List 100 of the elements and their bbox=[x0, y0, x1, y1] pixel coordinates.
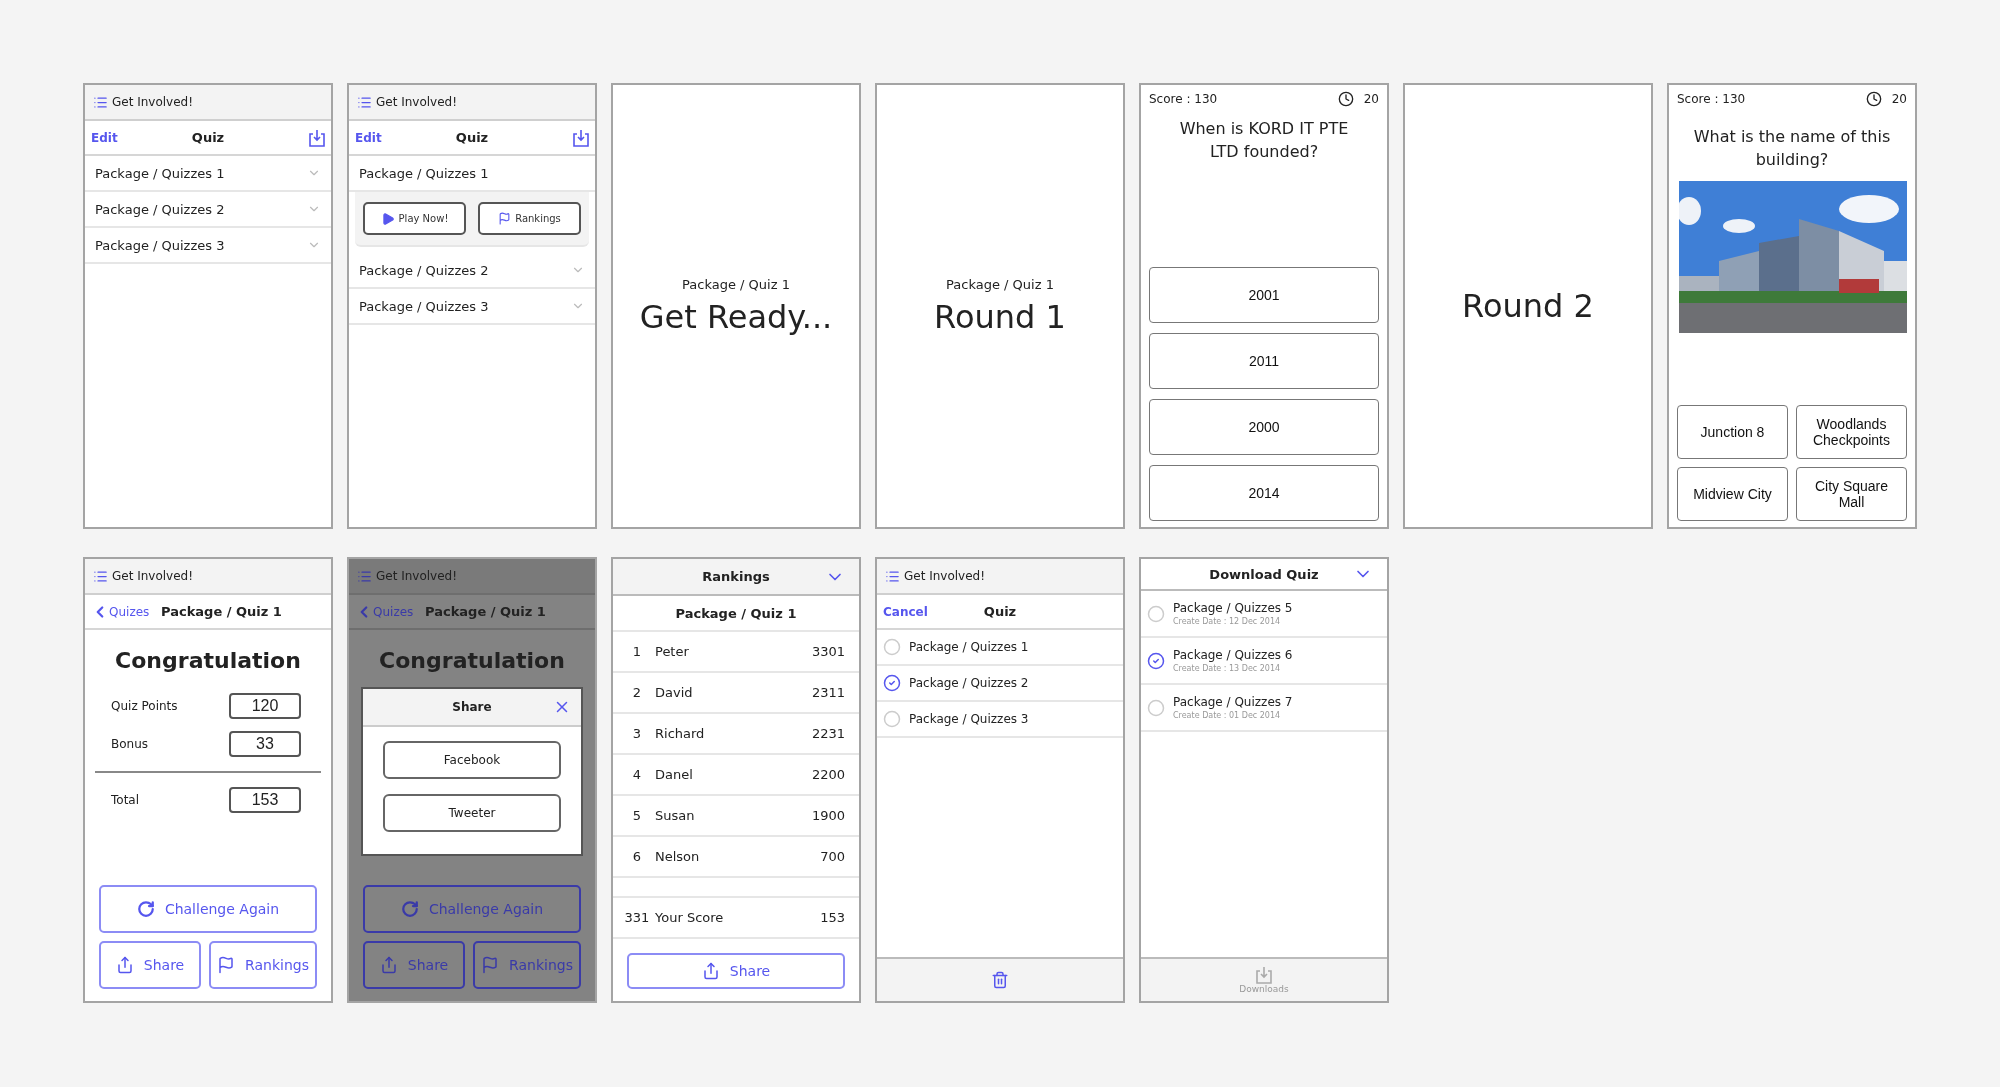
create-date: Create Date : 13 Dec 2014 bbox=[1173, 664, 1282, 673]
nav-title: Quiz bbox=[983, 604, 1017, 619]
edit-link[interactable]: Edit bbox=[355, 130, 382, 145]
rank-number: 331 bbox=[623, 910, 651, 925]
refresh-icon bbox=[136, 900, 155, 918]
rank-number: 2 bbox=[631, 685, 643, 700]
splash-heading: Round 1 bbox=[934, 297, 1066, 336]
player-name: Your Score bbox=[655, 910, 725, 925]
item-label: Package / Quizzes 2 bbox=[909, 676, 1029, 690]
rank-number: 3 bbox=[631, 726, 643, 741]
radio-icon[interactable] bbox=[883, 710, 901, 728]
play-icon bbox=[380, 211, 395, 226]
share-button[interactable]: Share bbox=[99, 941, 202, 989]
splash-heading: Round 2 bbox=[1462, 287, 1594, 325]
refresh-icon bbox=[400, 900, 419, 918]
score-value: 33 bbox=[229, 731, 301, 757]
answer-button[interactable]: 2014 bbox=[1149, 465, 1379, 521]
timer-value: 20 bbox=[1363, 92, 1379, 106]
nav-title: Package / Quiz 1 bbox=[161, 604, 282, 619]
item-label: Package / Quizzes 3 bbox=[909, 712, 1029, 726]
player-score: 3301 bbox=[810, 644, 845, 659]
app-title: Get Involved! bbox=[904, 569, 986, 583]
radio-icon[interactable] bbox=[883, 638, 901, 656]
cancel-link[interactable]: Cancel bbox=[883, 604, 928, 619]
answer-button[interactable]: 2011 bbox=[1149, 333, 1379, 389]
quiz-title-row: Package / Quiz 1 bbox=[613, 596, 859, 632]
list-item[interactable]: Package / Quizzes 2 bbox=[349, 253, 595, 289]
share-icon bbox=[701, 962, 720, 980]
player-score: 2311 bbox=[810, 685, 845, 700]
total-label: Total bbox=[111, 793, 140, 807]
list-item[interactable]: Package / Quizzes 3 bbox=[85, 228, 331, 264]
action-button[interactable]: Play Now! bbox=[363, 202, 466, 235]
radio-icon[interactable] bbox=[1147, 604, 1165, 623]
flag-icon bbox=[481, 956, 500, 974]
score-label: Score : 130 bbox=[1149, 92, 1218, 106]
app-title: Get Involved! bbox=[112, 569, 194, 583]
action-button[interactable]: Rankings bbox=[478, 202, 581, 235]
item-label: Package / Quizzes 7 bbox=[1173, 695, 1293, 709]
rankings-button[interactable]: Rankings bbox=[209, 941, 317, 989]
answer-button[interactable]: Midview City bbox=[1677, 467, 1788, 521]
app-title: Get Involved! bbox=[376, 95, 458, 109]
rank-number: 5 bbox=[631, 808, 643, 823]
trash-icon[interactable] bbox=[991, 971, 1009, 989]
player-score: 700 bbox=[819, 849, 845, 864]
share-option-button[interactable]: Facebook bbox=[383, 741, 561, 779]
player-score: 1900 bbox=[810, 808, 845, 823]
score-value: 120 bbox=[229, 693, 301, 719]
radio-checked-icon[interactable] bbox=[1147, 651, 1165, 670]
app-title: Get Involved! bbox=[376, 569, 458, 583]
player-name: David bbox=[655, 685, 694, 700]
answer-button[interactable]: Junction 8 bbox=[1677, 405, 1788, 459]
rankings-title: Rankings bbox=[702, 569, 770, 584]
back-link[interactable]: Quizes bbox=[91, 602, 150, 621]
player-name: Richard bbox=[655, 726, 706, 741]
answer-button[interactable]: Woodlands Checkpoints bbox=[1796, 405, 1907, 459]
share-icon bbox=[379, 956, 398, 974]
clock-icon bbox=[1865, 91, 1882, 107]
challenge-button[interactable]: Challenge Again bbox=[99, 885, 317, 933]
list-item[interactable]: Package / Quizzes 1 bbox=[85, 156, 331, 192]
score-label: Bonus bbox=[111, 737, 149, 751]
question-text: When is KORD IT PTE LTD founded? bbox=[1178, 118, 1350, 164]
item-label: Package / Quizzes 1 bbox=[909, 640, 1029, 654]
player-name: Peter bbox=[655, 644, 690, 659]
list-icon[interactable] bbox=[93, 94, 108, 110]
share-button[interactable]: Share bbox=[627, 953, 845, 989]
list-item[interactable]: Package / Quizzes 3 bbox=[349, 289, 595, 325]
app-title: Get Involved! bbox=[112, 95, 194, 109]
timer-value: 20 bbox=[1891, 92, 1907, 106]
rank-number: 6 bbox=[631, 849, 643, 864]
rank-number: 1 bbox=[631, 644, 643, 659]
create-date: Create Date : 12 Dec 2014 bbox=[1173, 617, 1282, 626]
edit-link[interactable]: Edit bbox=[91, 130, 118, 145]
download-icon[interactable] bbox=[309, 128, 325, 147]
nav-title: Quiz bbox=[191, 130, 225, 145]
radio-checked-icon[interactable] bbox=[883, 674, 901, 692]
list-icon[interactable] bbox=[357, 94, 372, 110]
share-icon bbox=[115, 956, 134, 974]
splash-heading: Get Ready... bbox=[639, 297, 833, 336]
question-text: What is the name of this building? bbox=[1692, 126, 1892, 172]
player-score: 153 bbox=[819, 910, 845, 925]
list-icon[interactable] bbox=[93, 568, 108, 584]
radio-icon[interactable] bbox=[1147, 698, 1165, 717]
player-score: 2200 bbox=[810, 767, 845, 782]
clock-icon bbox=[1337, 91, 1354, 107]
download-title: Download Quiz bbox=[1209, 566, 1319, 582]
nav-title: Quiz bbox=[455, 130, 489, 145]
score-label: Score : 130 bbox=[1677, 92, 1746, 106]
answer-button[interactable]: 2001 bbox=[1149, 267, 1379, 323]
player-name: Nelson bbox=[655, 849, 701, 864]
player-name: Danel bbox=[655, 767, 694, 782]
list-item[interactable]: Package / Quizzes 2 bbox=[85, 192, 331, 228]
answer-button[interactable]: 2000 bbox=[1149, 399, 1379, 455]
congratulation-heading: Congratulation bbox=[114, 647, 302, 675]
item-label: Package / Quizzes 5 bbox=[1173, 601, 1293, 615]
answer-button[interactable]: City Square Mall bbox=[1796, 467, 1907, 521]
share-option-button[interactable]: Tweeter bbox=[383, 794, 561, 832]
player-name: Susan bbox=[655, 808, 696, 823]
download-icon[interactable] bbox=[573, 128, 589, 147]
quiz-subtitle: Package / Quiz 1 bbox=[682, 276, 790, 292]
list-icon[interactable] bbox=[885, 568, 900, 584]
